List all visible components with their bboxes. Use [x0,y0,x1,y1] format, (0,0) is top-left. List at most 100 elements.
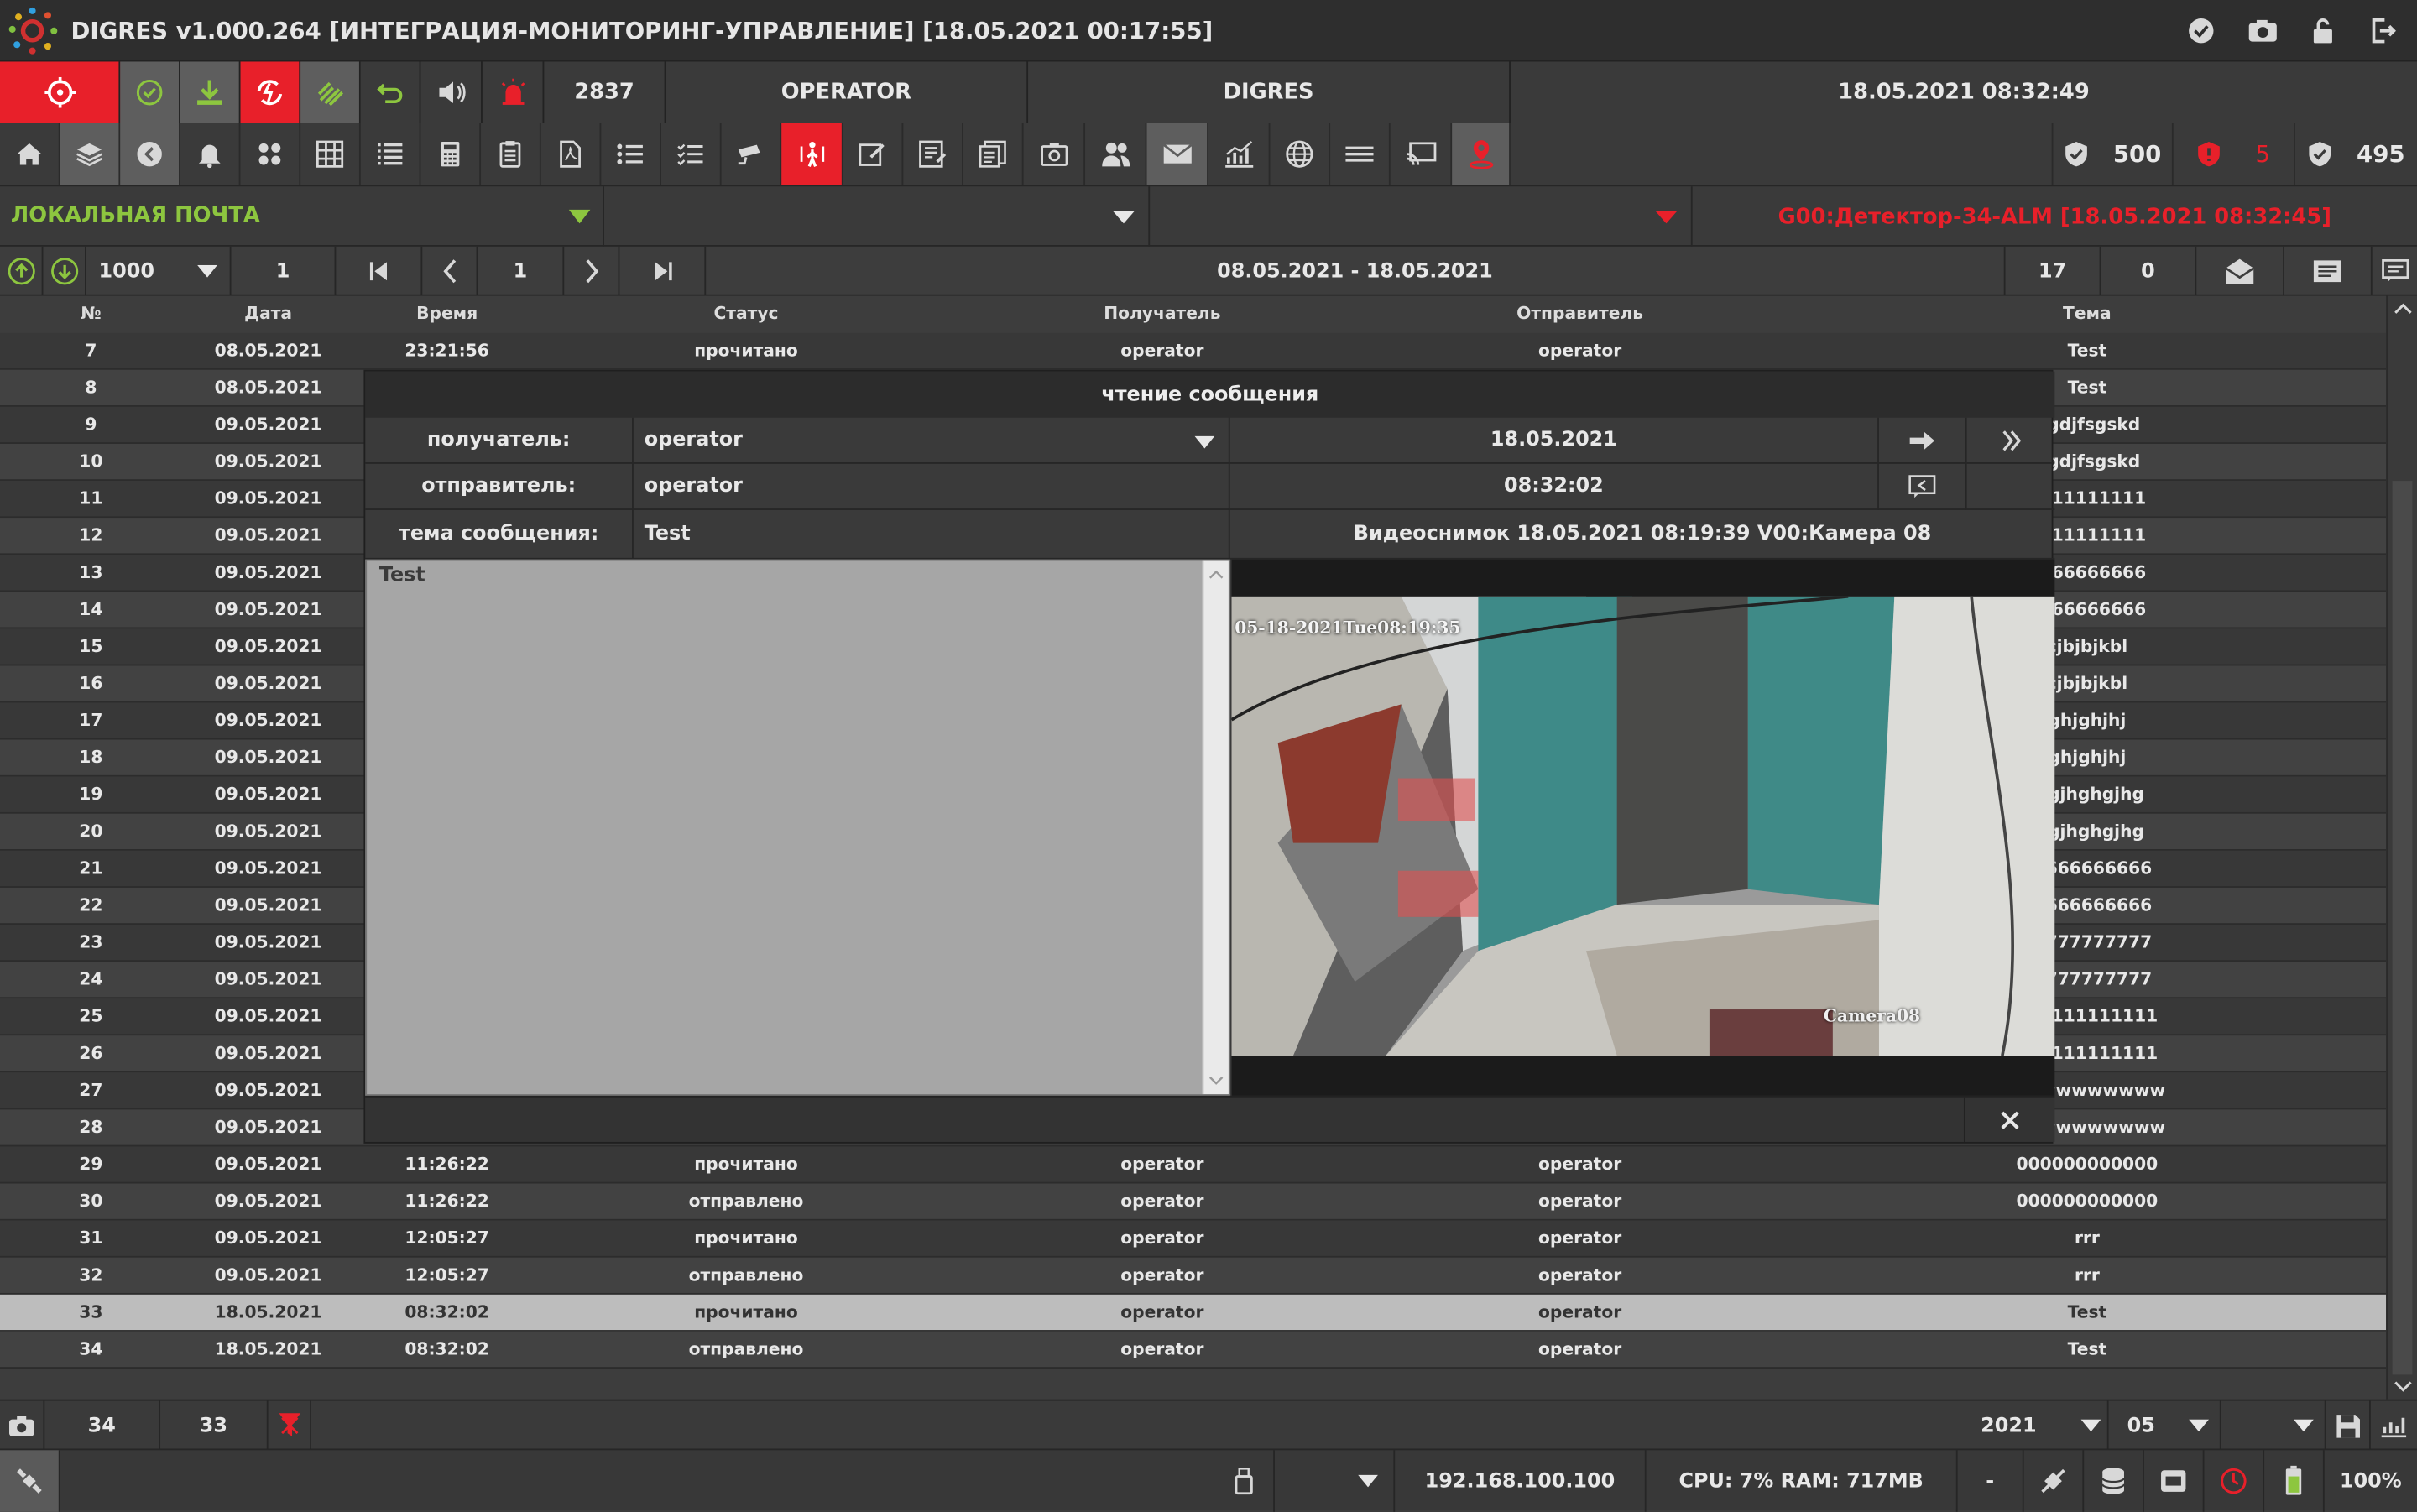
clipboard-icon[interactable] [481,123,541,185]
filter-select-1[interactable] [604,186,1151,247]
last-page-button[interactable] [619,246,707,296]
alarm-target-button[interactable] [0,61,121,123]
list-icon[interactable] [361,123,421,185]
scroll-down-icon[interactable] [2394,1381,2412,1394]
scroll-up-icon[interactable] [2394,302,2412,315]
close-button[interactable] [1963,1097,2054,1142]
col-sender[interactable]: Отправитель [1372,296,1788,333]
modules-icon[interactable] [241,123,301,185]
month-select[interactable]: 05 [2109,1400,2221,1451]
save-icon[interactable] [2326,1400,2371,1451]
scroll-thumb[interactable] [2392,481,2413,1375]
evacuation-icon[interactable] [781,123,843,185]
prev-page-button[interactable] [422,246,478,296]
undo-icon[interactable] [361,61,421,123]
recipient-select[interactable]: operator [633,417,1230,464]
filter-select-2[interactable] [1150,186,1693,247]
siren-icon[interactable] [483,61,545,123]
edit-icon[interactable] [843,123,904,185]
network-icon[interactable] [2024,1450,2085,1512]
satellite-icon[interactable] [0,1450,60,1512]
speaker-icon[interactable] [420,61,483,123]
usb-drive-icon[interactable] [1214,1450,1275,1512]
table-row[interactable]: 7 08.05.2021 23:21:56 прочитано operator oper… [0,332,2387,370]
col-status[interactable]: Статус [540,296,953,333]
camera-icon[interactable] [2246,15,2279,46]
cell-subject: 000000000000 [2016,1154,2159,1175]
photo-icon[interactable] [1024,123,1086,185]
table-row[interactable]: 30 09.05.2021 11:26:22 отправлено operator op… [0,1183,2387,1221]
compose-icon[interactable] [2284,246,2373,296]
check-circle-icon[interactable] [2185,15,2216,46]
forward-all-button[interactable] [1966,418,2055,464]
table-row[interactable]: 33 18.05.2021 08:32:02 прочитано operator ope… [0,1294,2387,1332]
cctv-camera-icon[interactable] [722,123,782,185]
confirm-button[interactable] [120,61,180,123]
day-select[interactable] [2221,1400,2326,1451]
checklist-icon[interactable] [661,123,722,185]
current-page[interactable]: 1 [478,246,565,296]
camera-icon[interactable] [0,1400,45,1451]
page-size-select[interactable]: 1000 [86,246,232,296]
documents-icon[interactable] [963,123,1024,185]
filter-icon[interactable] [269,1400,312,1451]
scroll-down-icon[interactable] [1208,1076,1224,1085]
open-mail-icon[interactable] [2196,246,2284,296]
sort-up-icon[interactable] [0,246,44,296]
server-icon[interactable] [2144,1450,2205,1512]
logout-icon[interactable] [2367,15,2399,46]
location-pin-icon[interactable] [1452,123,1511,185]
layers-icon[interactable] [60,123,121,185]
video-snapshot[interactable]: 05-18-2021Tue08:19:35 Camera08 [1231,559,2055,1096]
lock-icon[interactable] [2308,15,2339,46]
table-scrollbar[interactable] [2386,295,2417,1400]
battery-icon[interactable] [2264,1450,2325,1512]
chart-icon[interactable] [1208,123,1271,185]
pdf-icon[interactable] [541,123,602,185]
year-select[interactable]: 2021 [1971,1400,2109,1451]
message-scrollbar[interactable] [1202,560,1229,1095]
counter-total-value: 500 [2112,140,2162,169]
table-row[interactable]: 31 09.05.2021 12:05:27 прочитано operator ope… [0,1220,2387,1258]
database-icon[interactable] [2084,1450,2144,1512]
table-row[interactable]: 32 09.05.2021 12:05:27 отправлено operator op… [0,1257,2387,1295]
globe-icon[interactable] [1270,123,1331,185]
bell-icon[interactable] [180,123,241,185]
message-icon[interactable] [2373,247,2417,296]
users-icon[interactable] [1085,123,1147,185]
col-number[interactable]: № [0,296,182,333]
bullet-list-icon[interactable] [601,123,661,185]
stats-icon[interactable] [2371,1401,2417,1451]
date-range[interactable]: 08.05.2021 - 18.05.2021 [706,246,2006,296]
table-row[interactable]: 34 18.05.2021 08:32:02 отправлено operator op… [0,1331,2387,1369]
sort-down-icon[interactable] [43,246,86,296]
alarm-event[interactable]: G00:Детектор-34-ALM [18.05.2021 08:32:45… [1693,186,2417,247]
next-page-button[interactable] [564,246,620,296]
home-icon[interactable] [0,123,60,185]
col-time[interactable]: Время [354,296,539,333]
cell-status: прочитано [694,1302,798,1322]
cast-icon[interactable] [1391,123,1453,185]
cell-date: 09.05.2021 [214,1006,322,1027]
scroll-up-icon[interactable] [1208,570,1224,580]
forward-button[interactable] [1878,417,1967,464]
device-select[interactable] [1275,1450,1396,1512]
first-page-button[interactable] [336,246,423,296]
report-icon[interactable] [903,123,963,185]
message-body[interactable]: Test [365,559,1230,1096]
clock-alert-icon[interactable] [2204,1450,2265,1512]
col-recipient[interactable]: Получатель [953,296,1372,333]
hand-icon[interactable] [300,61,361,123]
download-icon[interactable] [180,61,241,123]
folder-select[interactable]: ЛОКАЛЬНАЯ ПОЧТА [0,186,604,247]
reply-button[interactable] [1878,463,1967,510]
calculator-icon[interactable] [420,123,482,185]
col-date[interactable]: Дата [182,296,355,333]
back-circle-icon[interactable] [120,123,180,185]
col-subject[interactable]: Тема [1788,296,2387,333]
menu-lines-icon[interactable] [1330,123,1391,185]
mail-icon[interactable] [1146,123,1208,185]
table-row[interactable]: 29 09.05.2021 11:26:22 прочитано operator ope… [0,1146,2387,1184]
grid-icon[interactable] [300,123,361,185]
sync-alarm-icon[interactable] [240,61,301,123]
